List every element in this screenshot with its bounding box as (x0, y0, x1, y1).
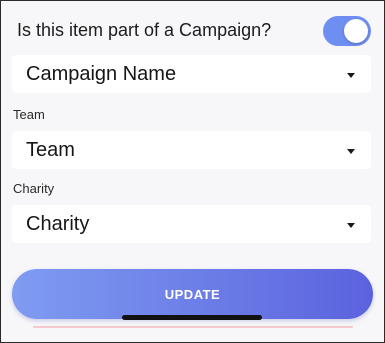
team-label: Team (13, 107, 45, 122)
charity-label: Charity (13, 181, 55, 196)
campaign-name-value: Campaign Name (26, 63, 177, 85)
form-panel: Is this item part of a Campaign? Campaig… (0, 0, 385, 343)
toggle-knob (344, 19, 368, 43)
charity-value: Charity (26, 213, 90, 235)
campaign-toggle[interactable] (323, 16, 371, 46)
team-select[interactable]: Team (12, 131, 371, 169)
update-button[interactable]: UPDATE (12, 269, 373, 319)
home-indicator (122, 315, 262, 320)
caret-down-icon (347, 223, 355, 228)
campaign-toggle-label: Is this item part of a Campaign? (17, 20, 272, 40)
caret-down-icon (347, 149, 355, 154)
campaign-name-select[interactable]: Campaign Name (12, 55, 371, 93)
caret-down-icon (347, 73, 355, 78)
next-content-edge (33, 326, 353, 328)
update-button-label: UPDATE (164, 286, 221, 302)
charity-select[interactable]: Charity (12, 205, 371, 243)
campaign-toggle-row: Is this item part of a Campaign? (17, 16, 372, 46)
team-value: Team (26, 139, 75, 161)
